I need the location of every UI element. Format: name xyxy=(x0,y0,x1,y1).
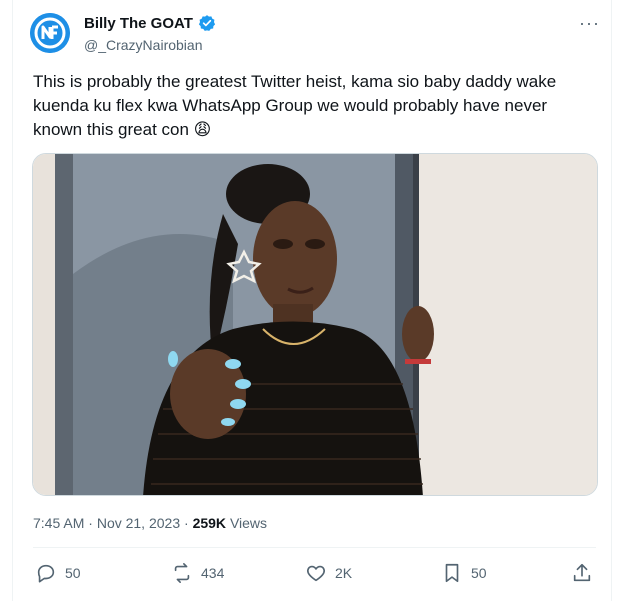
verified-badge-icon xyxy=(198,14,216,32)
repost-count: 434 xyxy=(201,565,225,581)
avatar[interactable] xyxy=(30,13,70,53)
display-name-text: Billy The GOAT xyxy=(84,14,193,32)
bookmark-icon xyxy=(441,562,463,584)
more-options-icon[interactable]: ··· xyxy=(579,13,600,34)
like-button[interactable]: 2K xyxy=(305,562,352,584)
tweet-meta: 7:45 AM · Nov 21, 2023 · 259K Views xyxy=(33,515,267,531)
reply-icon xyxy=(35,562,57,584)
bookmark-button[interactable]: 50 xyxy=(441,562,487,584)
reply-button[interactable]: 50 xyxy=(35,562,81,584)
meta-separator: · xyxy=(88,515,93,531)
like-count: 2K xyxy=(335,565,353,581)
share-icon xyxy=(571,562,593,584)
repost-icon xyxy=(171,562,193,584)
heart-icon xyxy=(305,562,327,584)
tweet-time[interactable]: 7:45 AM xyxy=(33,515,84,531)
tweet-text: This is probably the greatest Twitter he… xyxy=(33,72,557,139)
share-button[interactable] xyxy=(571,562,593,584)
divider xyxy=(33,547,596,548)
user-handle[interactable]: @_CrazyNairobian xyxy=(84,37,202,53)
bookmark-count: 50 xyxy=(471,565,487,581)
action-bar: 50 434 2K 50 xyxy=(33,562,595,588)
repost-button[interactable]: 434 xyxy=(171,562,224,584)
views-count: 259K xyxy=(192,515,227,531)
meta-separator: · xyxy=(184,515,189,531)
tweet-video[interactable] xyxy=(32,153,598,496)
tweet-date[interactable]: Nov 21, 2023 xyxy=(97,515,180,531)
views-label: Views xyxy=(229,515,268,531)
display-name[interactable]: Billy The GOAT xyxy=(84,14,216,32)
reply-count: 50 xyxy=(65,565,81,581)
